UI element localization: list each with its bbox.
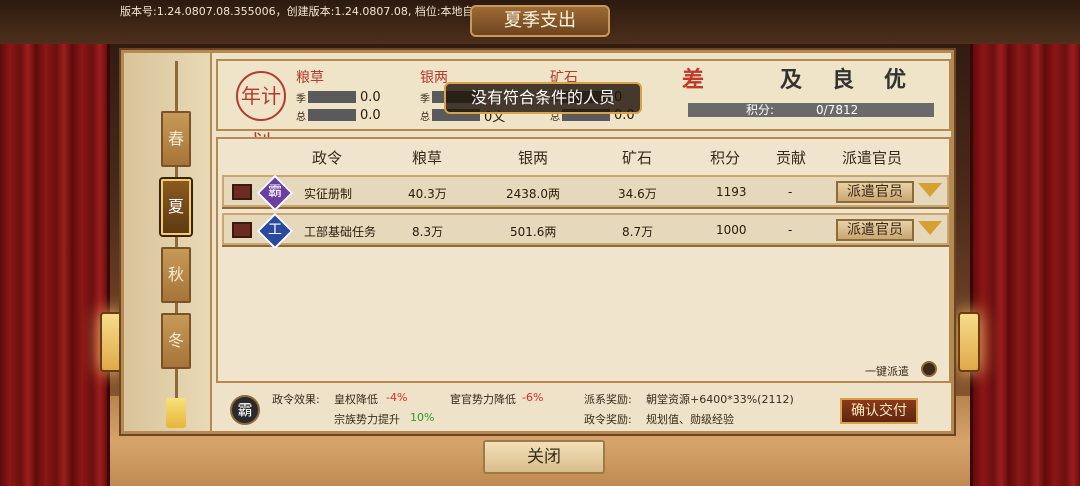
effect-1-text: 皇权降低 xyxy=(334,393,378,406)
cell-contribution: - xyxy=(788,223,793,237)
table-header: 政令 粮草 银两 矿石 积分 贡献 派遣官员 xyxy=(218,147,949,171)
season-tab-spring[interactable]: 春 xyxy=(161,111,191,167)
header-decree: 政令 xyxy=(312,149,343,167)
chevron-down-icon[interactable] xyxy=(918,221,942,235)
effect-3-text: 宗族势力提升 xyxy=(334,413,400,426)
one-key-dispatch-label: 一键派遣 xyxy=(865,365,909,378)
cell-ore: 8.7万 xyxy=(622,225,654,239)
annual-plan-seal: 年计划 xyxy=(236,71,286,154)
season-tab-autumn[interactable]: 秋 xyxy=(161,247,191,303)
total-value: 0.0 xyxy=(360,107,381,123)
header-silver: 银两 xyxy=(518,149,549,167)
effect-label: 政令效果: xyxy=(272,393,320,406)
decree-badge-icon: 霸 xyxy=(230,395,260,425)
row-checkbox[interactable] xyxy=(232,184,252,200)
grade-poor: 差 xyxy=(681,67,704,93)
badge-label: 工 xyxy=(268,222,282,238)
decree-name: 工部基础任务 xyxy=(304,225,377,239)
season-rail-end-ornament xyxy=(166,398,186,428)
decree-name: 实征册制 xyxy=(304,187,353,201)
cell-grain: 8.3万 xyxy=(412,225,444,239)
cell-grain: 40.3万 xyxy=(408,187,447,201)
dispatch-official-button[interactable]: 派遣官员 xyxy=(836,219,914,241)
season-label: 季 xyxy=(420,93,430,105)
header-contribution: 贡献 xyxy=(776,149,807,167)
badge-label: 霸 xyxy=(268,184,282,200)
version-text: 版本号:1.24.0807.08.355006，创建版本:1.24.0807.0… xyxy=(120,5,496,18)
effect-3-value: 10% xyxy=(410,411,435,424)
dispatch-official-button[interactable]: 派遣官员 xyxy=(836,181,914,203)
order-reward-value: 规划值、勋级经验 xyxy=(646,413,734,426)
header-score: 积分 xyxy=(710,149,741,167)
value-bar xyxy=(308,91,356,103)
header-grain: 粮草 xyxy=(412,149,443,167)
faction-reward-label: 派系奖励: xyxy=(584,393,632,406)
confirm-delivery-button[interactable]: 确认交付 xyxy=(840,398,918,424)
cell-score: 1000 xyxy=(716,223,747,237)
lantern-left xyxy=(100,312,122,372)
season-value: 0.0 xyxy=(360,89,381,105)
value-bar xyxy=(308,109,356,121)
effect-2-value: -6% xyxy=(522,391,544,404)
row-checkbox[interactable] xyxy=(232,222,252,238)
effect-2-text: 宦官势力降低 xyxy=(450,393,516,406)
season-tab-winter[interactable]: 冬 xyxy=(161,313,191,369)
grade-excellent: 优 xyxy=(883,67,906,93)
season-label: 季 xyxy=(296,93,306,105)
cell-score: 1193 xyxy=(716,185,747,199)
score-bar: 积分: 0/7812 xyxy=(688,103,934,117)
grade-good: 良 xyxy=(831,67,854,93)
total-label: 总 xyxy=(420,111,430,123)
score-value: 0/7812 xyxy=(816,103,859,117)
score-label: 积分: xyxy=(746,103,775,117)
one-key-dispatch-toggle[interactable] xyxy=(921,361,937,377)
cell-silver: 2438.0两 xyxy=(506,187,560,201)
cell-silver: 501.6两 xyxy=(510,225,557,239)
curtain-right xyxy=(970,0,1080,486)
grade-pass: 及 xyxy=(779,67,802,93)
season-tab-summer[interactable]: 夏 xyxy=(161,179,191,235)
decree-row[interactable]: 工 工部基础任务 8.3万 501.6两 8.7万 1000 - 派遣官员 xyxy=(222,212,949,250)
toast-message: 没有符合条件的人员 xyxy=(444,82,642,114)
resource-name: 粮草 xyxy=(296,70,324,86)
effect-1-value: -4% xyxy=(386,391,408,404)
curtain-left xyxy=(0,0,110,486)
lantern-right xyxy=(958,312,980,372)
order-reward-label: 政令奖励: xyxy=(584,413,632,426)
season-column: 春 夏 秋 冬 xyxy=(124,53,212,431)
resource-grain: 粮草 季 0.0 总 0.0 xyxy=(296,67,381,123)
header-dispatch: 派遣官员 xyxy=(842,149,903,167)
cell-ore: 34.6万 xyxy=(618,187,657,201)
decree-row[interactable]: 霸 实征册制 40.3万 2438.0两 34.6万 1193 - 派遣官员 xyxy=(222,174,949,212)
total-label: 总 xyxy=(296,111,306,123)
header-ore: 矿石 xyxy=(622,149,653,167)
page-title: 夏季支出 xyxy=(470,5,610,37)
faction-reward-value: 朝堂资源+6400*33%(2112) xyxy=(646,393,794,406)
close-button[interactable]: 关闭 xyxy=(483,440,605,474)
grade-panel: 差 及 良 优 积分: 0/7812 xyxy=(678,65,934,125)
cell-contribution: - xyxy=(788,185,793,199)
decree-table: 政令 粮草 银两 矿石 积分 贡献 派遣官员 霸 实征册制 40.3万 2438… xyxy=(216,137,951,383)
chevron-down-icon[interactable] xyxy=(918,183,942,197)
